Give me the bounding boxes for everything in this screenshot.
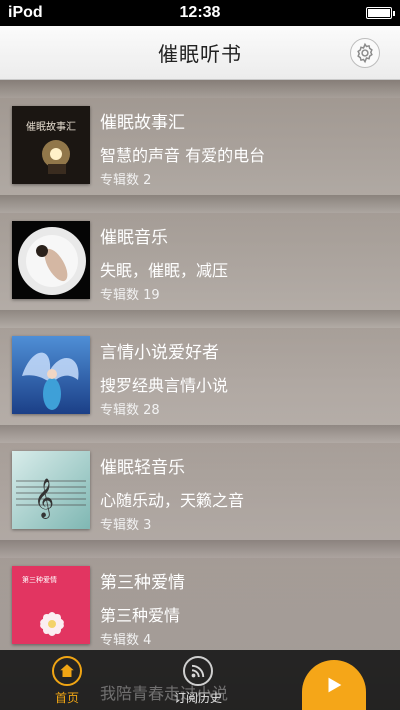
page-title: 催眠听书	[158, 42, 242, 66]
tab-subscription-history[interactable]: 订阅历史	[158, 656, 238, 706]
svg-text:催眠故事汇: 催眠故事汇	[26, 120, 76, 133]
item-title: 催眠音乐	[100, 228, 168, 248]
item-title: 催眠轻音乐	[100, 458, 185, 478]
battery-icon	[366, 7, 395, 19]
album-cover: 催眠故事汇	[12, 106, 90, 184]
album-count: 专辑数 28	[100, 403, 160, 418]
album-cover	[12, 221, 90, 299]
svg-text:第三种爱情: 第三种爱情	[22, 575, 57, 584]
settings-button[interactable]	[350, 38, 380, 68]
play-icon	[328, 677, 342, 693]
album-count: 专辑数 4	[100, 633, 152, 648]
album-cover	[12, 336, 90, 414]
item-title: 催眠故事汇	[100, 113, 185, 133]
item-title: 言情小说爱好者	[100, 343, 219, 363]
tab-label: 订阅历史	[173, 691, 222, 705]
item-title: 第三种爱情	[100, 573, 185, 593]
tab-home[interactable]: 首页	[27, 656, 107, 706]
item-subtitle: 第三种爱情	[100, 606, 181, 625]
carrier-label: iPod	[8, 4, 43, 21]
list-item[interactable]: 言情小说爱好者 搜罗经典言情小说 专辑数 28	[0, 328, 400, 425]
album-cover: 𝄞	[12, 451, 90, 529]
album-cover: 第三种爱情	[12, 566, 90, 644]
album-count: 专辑数 19	[100, 288, 160, 303]
album-count: 专辑数 3	[100, 518, 152, 533]
list-item[interactable]: 第三种爱情 第三种爱情 第三种爱情 专辑数 4	[0, 558, 400, 650]
list-item[interactable]: 𝄞 催眠轻音乐 心随乐动，天籁之音 专辑数 3	[0, 443, 400, 540]
tab-label: 首页	[54, 691, 79, 705]
album-count: 专辑数 2	[100, 173, 152, 188]
clock: 12:38	[179, 4, 221, 21]
gear-icon	[357, 42, 373, 64]
status-bar: iPod 12:38	[0, 0, 400, 26]
item-subtitle: 搜罗经典言情小说	[100, 376, 229, 395]
home-icon	[60, 664, 74, 677]
item-subtitle: 心随乐动，天籁之音	[100, 491, 245, 510]
svg-text:𝄞: 𝄞	[34, 478, 54, 519]
category-list: 催眠故事汇 催眠故事汇 智慧的声音 有爱的电台 专辑数 2 催眠音乐 失眠，催眠…	[0, 80, 400, 650]
item-subtitle: 智慧的声音 有爱的电台	[100, 146, 266, 165]
item-subtitle: 失眠，催眠，减压	[100, 261, 229, 280]
list-item[interactable]: 催眠音乐 失眠，催眠，减压 专辑数 19	[0, 213, 400, 310]
rss-icon	[191, 664, 205, 678]
nav-bar: 催眠听书	[0, 26, 400, 80]
list-item[interactable]: 催眠故事汇 催眠故事汇 智慧的声音 有爱的电台 专辑数 2	[0, 98, 400, 195]
